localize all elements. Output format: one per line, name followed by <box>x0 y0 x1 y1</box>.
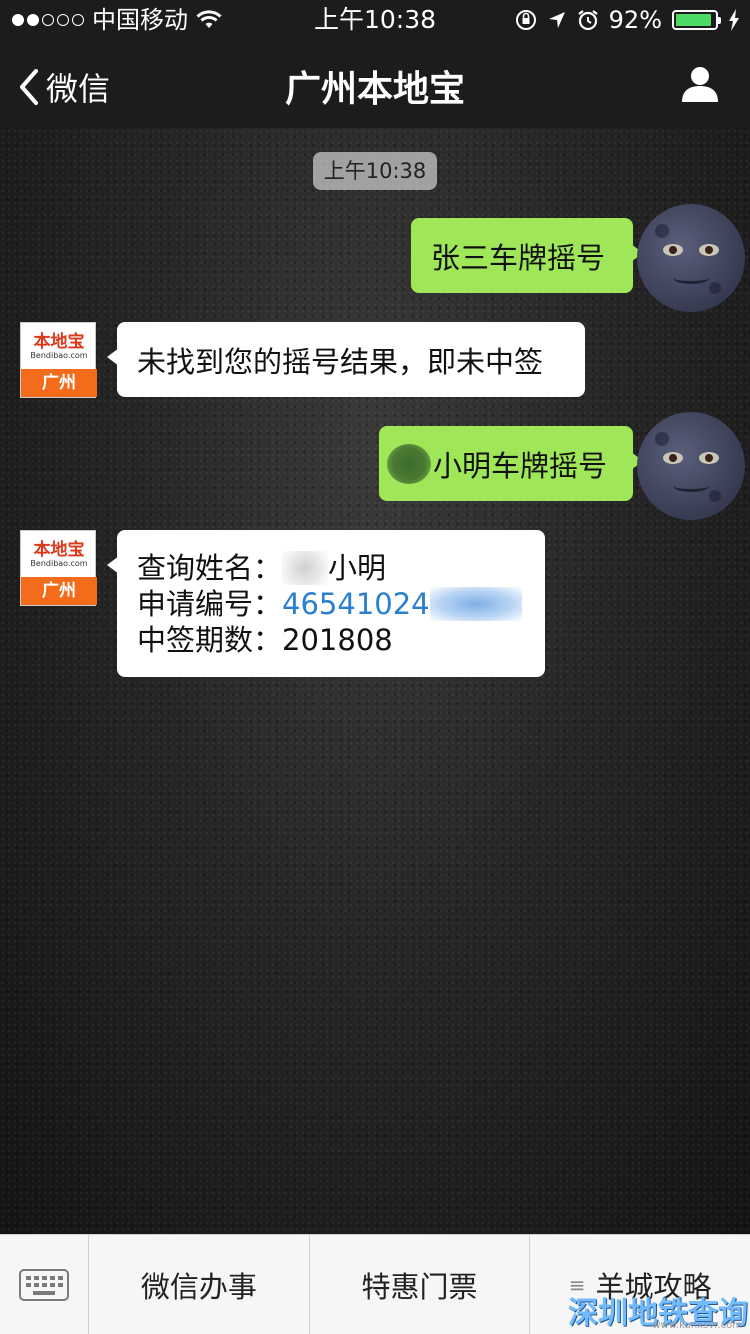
user-avatar[interactable] <box>637 204 745 312</box>
keyboard-toggle-button[interactable] <box>0 1235 89 1334</box>
nav-bar: 微信 广州本地宝 <box>0 40 750 128</box>
battery-fill <box>676 14 711 26</box>
avatar-city: 广州 <box>21 577 97 605</box>
name-value: 小明 <box>328 550 387 585</box>
message-timestamp: 上午10:38 <box>313 152 437 190</box>
app-number-label: 申请编号： <box>137 586 283 621</box>
status-right: 92% <box>515 0 740 40</box>
menu-item-discount-tickets[interactable]: 特惠门票 <box>310 1235 531 1334</box>
avatar-url: Bendibao.com <box>30 559 88 568</box>
avatar-city: 广州 <box>21 369 97 397</box>
alarm-icon <box>577 10 598 31</box>
battery-percent: 92% <box>608 6 662 34</box>
result-app-row: 申请编号： 46541024 <box>137 586 522 622</box>
profile-icon[interactable] <box>680 64 720 104</box>
message-text: 小明车牌摇号 <box>433 448 608 483</box>
keyboard-icon <box>19 1269 69 1301</box>
location-arrow-icon <box>548 12 565 28</box>
menu-item-wechat-services[interactable]: 微信办事 <box>89 1235 310 1334</box>
redacted-blur <box>282 550 329 585</box>
app-number-link[interactable]: 46541024 <box>282 586 430 622</box>
message-bubble-received[interactable]: 未找到您的摇号结果，即未中签 <box>107 322 585 397</box>
redacted-blur <box>429 586 522 621</box>
redacted-blur <box>387 443 431 484</box>
charging-icon <box>729 9 739 31</box>
message-bubble-sent[interactable]: 小明车牌摇号 <box>379 426 643 501</box>
avatar-url: Bendibao.com <box>30 351 88 360</box>
user-avatar[interactable] <box>637 412 745 520</box>
message-text: 未找到您的摇号结果，即未中签 <box>137 344 544 379</box>
page-title: 广州本地宝 <box>284 69 465 110</box>
avatar-brand: 本地宝 <box>33 540 85 560</box>
result-name-row: 查询姓名： 小明 <box>137 550 386 586</box>
battery-icon <box>672 10 721 30</box>
message-text: 张三车牌摇号 <box>431 240 606 275</box>
rotation-lock-icon <box>515 10 536 30</box>
period-label: 中签期数： <box>137 622 283 657</box>
bot-avatar[interactable]: 本地宝 Bendibao.com 广州 <box>20 530 97 606</box>
menu-item-label: 特惠门票 <box>361 1269 478 1304</box>
period-value: 201808 <box>282 622 393 657</box>
result-period-row: 中签期数： 201808 <box>137 622 393 658</box>
top-bar: 中国移动 上午10:38 92% 微信 广州本地宝 <box>0 0 750 128</box>
watermark-url: www.kanxsvr.com <box>652 1320 742 1331</box>
message-bubble-sent[interactable]: 张三车牌摇号 <box>411 218 643 293</box>
bot-avatar[interactable]: 本地宝 Bendibao.com 广州 <box>20 322 97 398</box>
status-bar: 中国移动 上午10:38 92% <box>0 0 750 40</box>
avatar-brand: 本地宝 <box>33 332 85 352</box>
menu-item-label: 微信办事 <box>140 1269 257 1304</box>
name-label: 查询姓名： <box>137 550 283 585</box>
chat-area[interactable]: 上午10:38 张三车牌摇号 本地宝 Bendibao.com 广州 未找到您的… <box>0 128 750 1234</box>
lottery-result-bubble[interactable]: 查询姓名： 小明 申请编号： 46541024 中签期数： 201808 <box>107 530 545 677</box>
